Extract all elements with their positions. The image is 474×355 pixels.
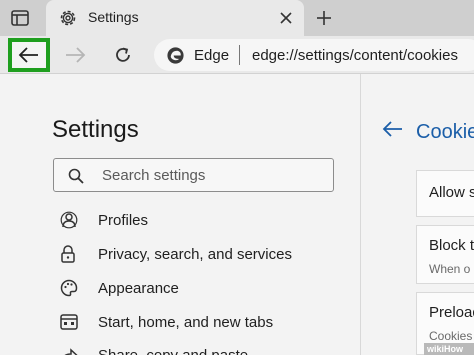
- settings-nav-pane: Settings Search settings Profiles Privac…: [0, 74, 360, 355]
- sidebar-item-label: Profiles: [98, 211, 149, 229]
- tab-settings[interactable]: Settings: [46, 0, 304, 36]
- search-input[interactable]: Search settings: [53, 158, 334, 192]
- back-button[interactable]: [8, 38, 50, 72]
- search-icon: [68, 168, 84, 184]
- close-icon: [280, 12, 292, 24]
- sidebar-item-label: Start, home, and new tabs: [98, 313, 274, 331]
- refresh-icon: [116, 47, 130, 62]
- tab-title: Settings: [88, 9, 139, 25]
- tab-actions-icon: [11, 10, 29, 26]
- forward-button[interactable]: [62, 43, 88, 67]
- browser-brand-label: Edge: [194, 47, 230, 64]
- close-tab-button[interactable]: [276, 8, 296, 28]
- tab-strip: Settings: [0, 0, 474, 36]
- forward-arrow-icon: [66, 47, 86, 63]
- card-title: Allow s: [429, 184, 474, 201]
- address-bar[interactable]: Edge edge://settings/content/cookies: [154, 39, 474, 71]
- profiles-icon: [60, 211, 78, 229]
- url-text: edge://settings/content/cookies: [252, 47, 458, 64]
- sidebar-item-label: Privacy, search, and services: [98, 245, 292, 263]
- home-tabs-icon: [60, 314, 78, 330]
- card-title: Preload: [429, 304, 474, 321]
- search-placeholder: Search settings: [102, 167, 206, 184]
- sidebar-item-share-copy-paste[interactable]: Share, copy and paste: [60, 342, 350, 355]
- gear-icon: [60, 10, 76, 26]
- back-arrow-icon[interactable]: [382, 120, 404, 138]
- sidebar-item-privacy[interactable]: Privacy, search, and services: [60, 241, 350, 267]
- page-title: Settings: [52, 116, 139, 143]
- watermark: wikiHow: [424, 343, 474, 355]
- refresh-button[interactable]: [110, 42, 136, 68]
- sidebar-item-appearance[interactable]: Appearance: [60, 275, 350, 301]
- content-pane: Cookie Allow s Block t When o Preload Co…: [360, 74, 474, 355]
- sidebar-item-label: Appearance: [98, 279, 179, 297]
- edge-logo-icon: [167, 47, 184, 64]
- sidebar-item-label: Share, copy and paste: [98, 346, 249, 355]
- allow-sites-card[interactable]: Allow s: [416, 170, 474, 217]
- card-title: Block t: [429, 237, 474, 254]
- back-arrow-icon: [18, 47, 38, 63]
- block-third-party-card[interactable]: Block t When o: [416, 225, 474, 284]
- address-divider: [239, 45, 240, 65]
- tab-actions-button[interactable]: [6, 6, 34, 30]
- card-subtitle: When o: [429, 262, 471, 276]
- palette-icon: [60, 279, 78, 297]
- new-tab-button[interactable]: [312, 6, 336, 30]
- lock-icon: [61, 245, 75, 263]
- back-button-highlight: [12, 42, 46, 68]
- sidebar-item-start-home-tabs[interactable]: Start, home, and new tabs: [60, 309, 350, 335]
- card-subtitle: Cookies: [429, 329, 473, 343]
- page-title: Cookie: [416, 121, 474, 143]
- plus-icon: [317, 11, 331, 25]
- sidebar-item-profiles[interactable]: Profiles: [60, 207, 350, 233]
- share-icon: [64, 348, 78, 355]
- toolbar: Edge edge://settings/content/cookies: [0, 36, 474, 74]
